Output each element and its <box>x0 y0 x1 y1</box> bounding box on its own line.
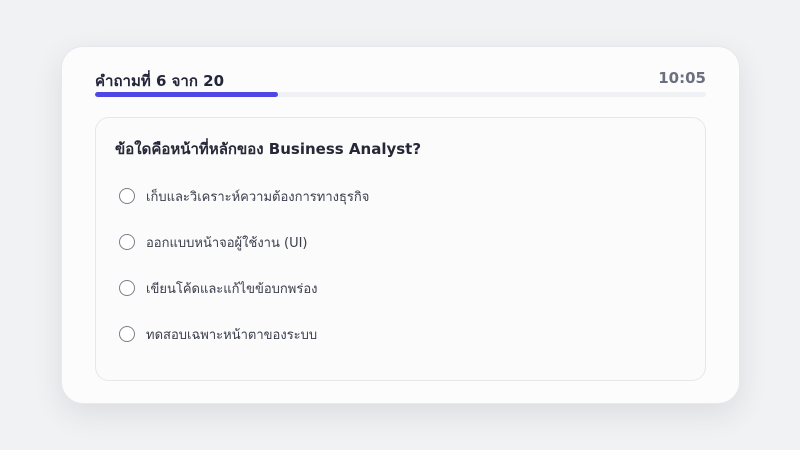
answer-option-label: ทดสอบเฉพาะหน้าตาของระบบ <box>146 327 318 343</box>
question-panel: ข้อใดคือหน้าที่หลักของ Business Analyst?… <box>95 117 706 381</box>
answer-option[interactable]: เขียนโค้ดและแก้ไขข้อบกพร่อง <box>119 276 685 300</box>
radio-button[interactable] <box>119 188 135 204</box>
question-counter: คำถามที่ 6 จาก 20 <box>95 72 225 90</box>
answer-option[interactable]: เก็บและวิเคราะห์ความต้องการทางธุรกิจ <box>119 184 685 208</box>
answer-option[interactable]: ทดสอบเฉพาะหน้าตาของระบบ <box>119 322 685 346</box>
radio-button[interactable] <box>119 234 135 250</box>
answer-option-label: เก็บและวิเคราะห์ความต้องการทางธุรกิจ <box>146 189 370 205</box>
quiz-header: คำถามที่ 6 จาก 20 10:05 <box>95 69 706 90</box>
radio-button[interactable] <box>119 280 135 296</box>
answer-option[interactable]: ออกแบบหน้าจอผู้ใช้งาน (UI) <box>119 230 685 254</box>
radio-button[interactable] <box>119 326 135 342</box>
answer-option-label: เขียนโค้ดและแก้ไขข้อบกพร่อง <box>146 281 318 297</box>
answer-option-label: ออกแบบหน้าจอผู้ใช้งาน (UI) <box>146 235 308 251</box>
progress-bar-fill <box>95 92 279 97</box>
quiz-card: คำถามที่ 6 จาก 20 10:05 ข้อใดคือหน้าที่ห… <box>61 46 740 404</box>
question-text: ข้อใดคือหน้าที่หลักของ Business Analyst? <box>115 140 422 158</box>
countdown-timer: 10:05 <box>658 69 706 87</box>
progress-bar <box>95 92 706 97</box>
